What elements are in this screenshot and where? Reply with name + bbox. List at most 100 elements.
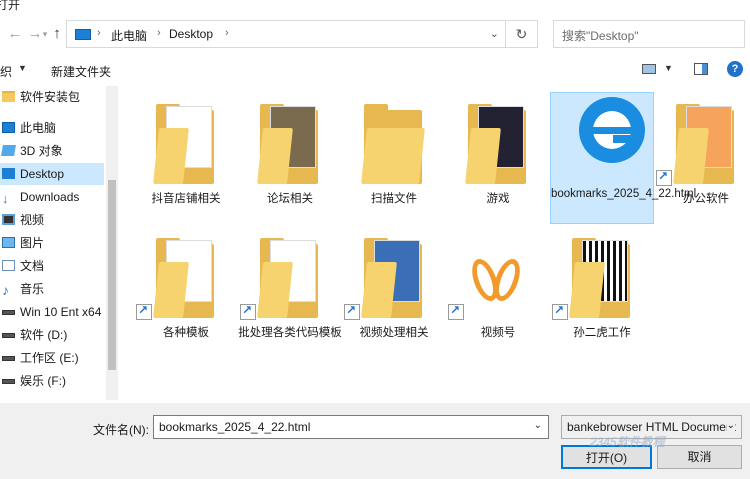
- chevron-right-icon[interactable]: ›: [225, 27, 229, 39]
- download-icon: ↓: [2, 191, 9, 206]
- help-icon[interactable]: ?: [727, 61, 743, 77]
- nav-item-label: 3D 对象: [20, 144, 63, 158]
- nav-item-drive-d[interactable]: 软件 (D:): [0, 324, 104, 346]
- file-name: bookmarks_2025_4_22.html: [551, 188, 697, 200]
- file-name: 论坛相关: [267, 193, 313, 205]
- address-row: ← → ▾ ↑ › 此电脑 › Desktop › ⌄ ↻ 搜索"Desktop…: [0, 14, 750, 56]
- nav-item-label: 娱乐 (F:): [20, 374, 66, 388]
- nav-item-label: Win 10 Ent x64: [20, 305, 102, 319]
- file-name: 各种模板: [163, 327, 209, 339]
- chevron-down-icon[interactable]: ▼: [664, 63, 673, 73]
- nav-item-drive-f[interactable]: 娱乐 (F:): [0, 370, 104, 392]
- browser-e-icon: [573, 97, 645, 181]
- computer-icon: [75, 29, 91, 40]
- file-name: 视频处理相关: [359, 327, 429, 339]
- chevron-right-icon[interactable]: ›: [157, 27, 161, 39]
- file-item[interactable]: 抖音店铺相关: [134, 92, 238, 224]
- window-title: 打开: [0, 0, 21, 12]
- file-name: 扫描文件: [371, 193, 417, 205]
- file-item[interactable]: 视频号: [446, 226, 550, 358]
- chevron-down-icon[interactable]: ⌄: [534, 420, 542, 431]
- nav-item-pictures[interactable]: 图片: [0, 232, 104, 254]
- chevron-right-icon[interactable]: ›: [97, 27, 101, 39]
- nav-item-label: 软件 (D:): [20, 328, 68, 342]
- computer-icon: [2, 122, 15, 133]
- shortcut-arrow-icon: [344, 303, 360, 320]
- preview-pane-icon[interactable]: [694, 63, 708, 75]
- shortcut-arrow-icon: [240, 303, 256, 320]
- nav-item-label: 图片: [20, 236, 45, 250]
- file-item[interactable]: 批处理各类代码模板: [238, 226, 342, 358]
- documents-icon: [2, 260, 15, 271]
- file-item[interactable]: 视频处理相关: [342, 226, 446, 358]
- nav-item-software-packages[interactable]: 软件安装包: [0, 86, 104, 108]
- new-folder-button[interactable]: 新建文件夹: [51, 63, 111, 80]
- folder-icon: [569, 236, 632, 320]
- file-name: 批处理各类代码模板: [238, 327, 342, 339]
- file-item[interactable]: 论坛相关: [238, 92, 342, 224]
- folder-icon: [153, 102, 216, 186]
- file-name: 游戏: [486, 193, 510, 205]
- file-item[interactable]: 办公软件: [654, 92, 750, 224]
- nav-item-label: 工作区 (E:): [20, 351, 79, 365]
- file-item[interactable]: 游戏: [446, 92, 550, 224]
- command-bar: 织 ▼ 新建文件夹 ▼ ?: [0, 57, 750, 83]
- nav-item-desktop[interactable]: Desktop: [0, 163, 104, 185]
- file-item-selected[interactable]: bookmarks_2025_4_22.html: [550, 92, 697, 224]
- file-item[interactable]: 孙二虎工作: [550, 226, 654, 358]
- file-grid: 抖音店铺相关 论坛相关 扫描文件 游戏 bookmarks_2025_4_22.…: [118, 86, 750, 400]
- open-button[interactable]: 打开(O): [561, 445, 652, 469]
- nav-item-this-pc[interactable]: 此电脑: [0, 117, 104, 139]
- nav-item-label: Downloads: [20, 190, 80, 204]
- nav-item-videos[interactable]: 视频: [0, 209, 104, 231]
- search-input[interactable]: 搜索"Desktop": [553, 20, 745, 48]
- title-bar: 打开: [0, 0, 750, 14]
- folder-icon: [2, 91, 15, 102]
- drive-icon: [2, 310, 15, 315]
- nav-item-label: 文档: [20, 259, 45, 273]
- shortcut-arrow-icon: [136, 303, 152, 320]
- drive-icon: [2, 356, 15, 361]
- folder-icon: [361, 236, 424, 320]
- chevron-down-icon[interactable]: ▼: [18, 63, 27, 73]
- desktop-icon: [2, 168, 15, 179]
- nav-item-label: 此电脑: [20, 121, 57, 135]
- scrollbar-thumb[interactable]: [108, 180, 116, 370]
- drive-icon: [2, 379, 15, 384]
- nav-scrollbar[interactable]: [106, 86, 118, 400]
- chevron-down-icon[interactable]: ⌄: [490, 27, 499, 40]
- video-icon: [2, 214, 15, 225]
- nav-item-label: 视频: [20, 213, 45, 227]
- address-bar[interactable]: › 此电脑 › Desktop › ⌄ ↻: [66, 20, 538, 48]
- filetype-select[interactable]: bankebrowser HTML Document ⌄: [561, 415, 742, 439]
- nav-item-3d-objects[interactable]: 3D 对象: [0, 140, 104, 162]
- refresh-icon[interactable]: ↻: [505, 21, 537, 47]
- nav-item-downloads[interactable]: ↓ Downloads: [0, 186, 104, 208]
- filename-label: 文件名(N):: [93, 423, 149, 437]
- 3d-objects-icon: [1, 145, 16, 156]
- breadcrumb-desktop[interactable]: Desktop: [169, 27, 213, 41]
- folder-icon: [153, 236, 216, 320]
- navigation-pane: 软件安装包 此电脑 3D 对象 Desktop ↓ Downloads 视频 图…: [0, 86, 118, 400]
- breadcrumb-this-pc[interactable]: 此电脑: [111, 27, 147, 44]
- nav-item-music[interactable]: ♪ 音乐: [0, 278, 104, 300]
- nav-item-drive-c[interactable]: Win 10 Ent x64: [0, 301, 104, 323]
- music-icon: ♪: [2, 282, 9, 298]
- chevron-down-icon[interactable]: ⌄: [726, 420, 735, 431]
- filename-value[interactable]: bookmarks_2025_4_22.html: [159, 420, 310, 434]
- file-item[interactable]: 各种模板: [134, 226, 238, 358]
- view-options-icon[interactable]: [642, 64, 656, 74]
- nav-item-drive-e[interactable]: 工作区 (E:): [0, 347, 104, 369]
- file-name: 抖音店铺相关: [151, 193, 221, 205]
- organize-button[interactable]: 织: [0, 63, 12, 80]
- filetype-value[interactable]: bankebrowser HTML Document: [567, 420, 736, 434]
- shortcut-arrow-icon: [552, 303, 568, 320]
- up-icon[interactable]: ↑: [48, 25, 66, 43]
- cancel-button[interactable]: 取消: [657, 445, 742, 469]
- file-name: 视频号: [480, 327, 516, 339]
- file-item[interactable]: 扫描文件: [342, 92, 446, 224]
- nav-item-documents[interactable]: 文档: [0, 255, 104, 277]
- filename-input[interactable]: bookmarks_2025_4_22.html ⌄: [153, 415, 549, 439]
- back-icon[interactable]: ←: [6, 25, 24, 43]
- folder-icon: [257, 236, 320, 320]
